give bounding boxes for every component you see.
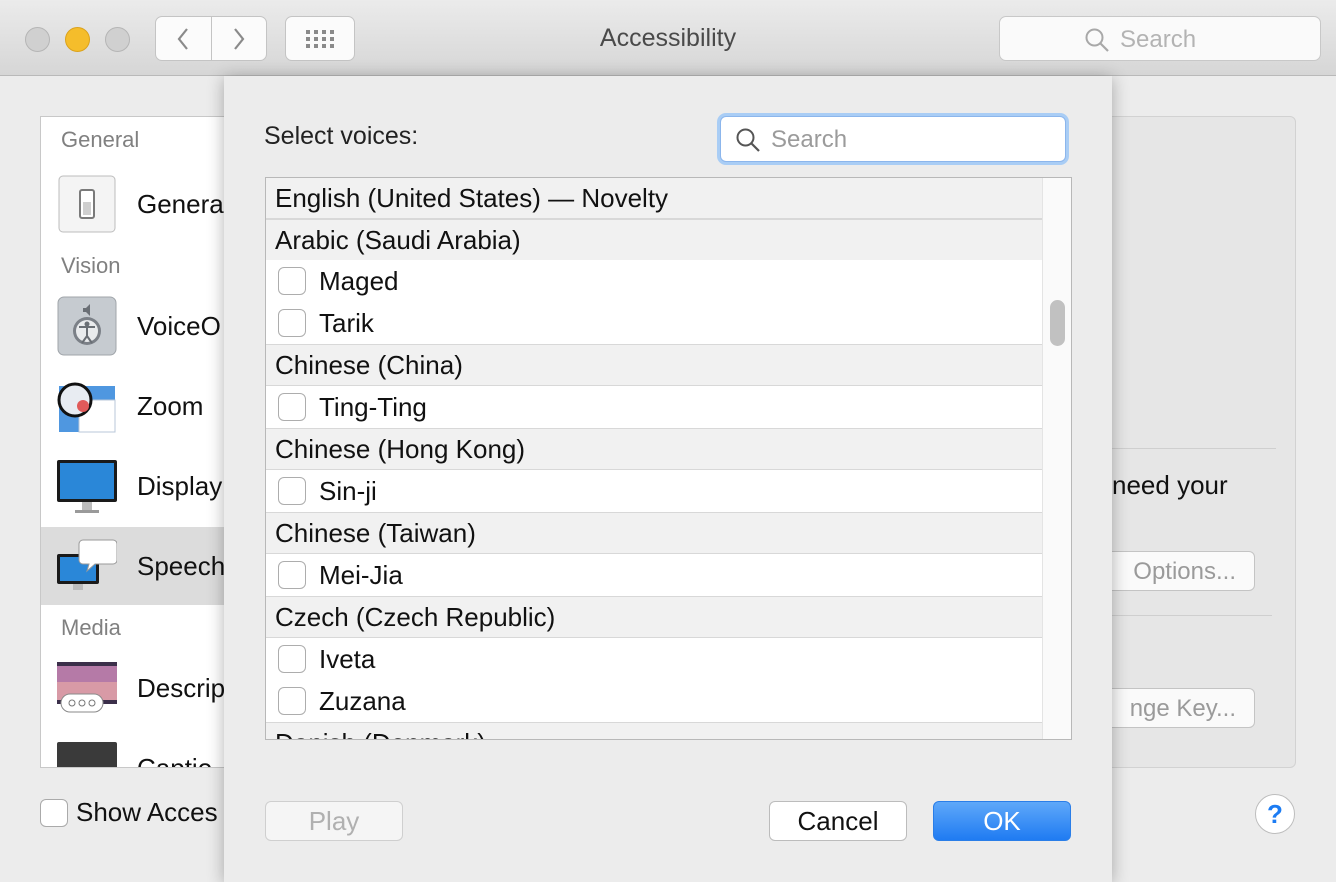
- panel-divider: [1112, 448, 1276, 449]
- help-button[interactable]: ?: [1255, 794, 1295, 834]
- voice-search-input[interactable]: Search: [720, 116, 1066, 162]
- voice-group-header: Arabic (Saudi Arabia): [266, 219, 1042, 261]
- voice-checkbox[interactable]: [278, 687, 306, 715]
- voice-checkbox[interactable]: [278, 561, 306, 589]
- captions-icon: [57, 742, 117, 767]
- play-button[interactable]: Play: [265, 801, 403, 841]
- voice-row-ting-ting[interactable]: Ting-Ting: [266, 386, 1042, 428]
- cancel-button[interactable]: Cancel: [769, 801, 907, 841]
- sidebar-item-label: Speech: [137, 551, 226, 581]
- voice-checkbox[interactable]: [278, 645, 306, 673]
- sidebar-item-speech[interactable]: Speech: [41, 527, 239, 605]
- voice-label: Ting-Ting: [319, 392, 427, 422]
- category-sidebar: General Genera Vision VoiceO Zoom Displa…: [40, 116, 240, 768]
- descriptions-icon: [57, 662, 117, 713]
- show-accessibility-status-checkbox[interactable]: Show Acces: [40, 797, 218, 828]
- voice-row-maged[interactable]: Maged: [266, 260, 1042, 302]
- sidebar-section-media: Media: [61, 615, 121, 640]
- sheet-title: Select voices:: [264, 122, 419, 150]
- sidebar-item-general[interactable]: Genera: [41, 165, 239, 243]
- sidebar-item-label: Zoom: [137, 391, 204, 421]
- voice-row-zuzana[interactable]: Zuzana: [266, 680, 1042, 722]
- voice-label: Maged: [319, 266, 399, 296]
- select-voices-sheet: Select voices: Search English (United St…: [224, 76, 1112, 882]
- scrollbar-thumb[interactable]: [1050, 300, 1065, 346]
- voice-checkbox[interactable]: [278, 393, 306, 421]
- voice-search-placeholder: Search: [771, 126, 848, 153]
- sidebar-item-label: Captio: [137, 753, 213, 768]
- sidebar-item-label: Genera: [137, 189, 224, 219]
- ok-button[interactable]: OK: [933, 801, 1071, 841]
- sidebar-item-descriptions[interactable]: Descrip: [41, 649, 239, 727]
- sidebar-section-general: General: [61, 127, 140, 152]
- sidebar-item-label: VoiceO: [137, 311, 221, 341]
- voice-checkbox[interactable]: [278, 267, 306, 295]
- toolbar-search-field[interactable]: Search: [999, 16, 1321, 61]
- voice-group-header: Chinese (Hong Kong): [266, 428, 1042, 470]
- voiceover-icon: [57, 296, 117, 356]
- toolbar-search-placeholder: Search: [1120, 26, 1197, 53]
- speech-settings-panel: [1100, 116, 1296, 768]
- search-icon: [1085, 28, 1109, 52]
- sidebar-item-captions[interactable]: Captio: [41, 729, 239, 768]
- sidebar-item-display[interactable]: Display: [41, 447, 239, 525]
- voice-label: Mei-Jia: [319, 560, 403, 590]
- title-bar: Accessibility Search: [0, 0, 1336, 76]
- panel-divider: [1112, 615, 1272, 616]
- voice-row-mei-jia[interactable]: Mei-Jia: [266, 554, 1042, 596]
- voice-list-scrollbar[interactable]: [1042, 178, 1071, 739]
- sidebar-item-voiceover[interactable]: VoiceO: [41, 287, 239, 365]
- voice-group-header: Danish (Denmark): [266, 722, 1042, 739]
- voice-group-header: English (United States) — Novelty: [266, 178, 1042, 219]
- sidebar-section-vision: Vision: [61, 253, 121, 278]
- change-key-button[interactable]: nge Key...: [1105, 688, 1255, 728]
- voice-group-header: Chinese (China): [266, 344, 1042, 386]
- voice-list[interactable]: English (United States) — Novelty Arabic…: [265, 177, 1072, 740]
- voice-checkbox[interactable]: [278, 477, 306, 505]
- search-icon: [736, 128, 760, 152]
- voice-label: Iveta: [319, 644, 376, 674]
- voice-row-tarik[interactable]: Tarik: [266, 302, 1042, 344]
- checkbox[interactable]: [40, 798, 68, 827]
- general-switch-icon: [58, 175, 116, 233]
- voice-label: Zuzana: [319, 686, 406, 716]
- voice-row-iveta[interactable]: Iveta: [266, 638, 1042, 680]
- sidebar-item-label: Descrip: [137, 673, 226, 703]
- voice-group-header: Czech (Czech Republic): [266, 596, 1042, 638]
- display-icon: [57, 460, 117, 513]
- options-button[interactable]: Options...: [1105, 551, 1255, 591]
- zoom-icon: [57, 382, 116, 433]
- voice-row-sin-ji[interactable]: Sin-ji: [266, 470, 1042, 512]
- voice-group-header: Chinese (Taiwan): [266, 512, 1042, 554]
- voice-label: Sin-ji: [319, 476, 377, 506]
- voice-checkbox[interactable]: [278, 309, 306, 337]
- voice-label: Tarik: [319, 308, 374, 338]
- sidebar-item-zoom[interactable]: Zoom: [41, 367, 239, 445]
- panel-description-text: need your: [1112, 470, 1228, 500]
- checkbox-label: Show Acces: [76, 797, 218, 827]
- speech-icon: [57, 539, 117, 590]
- sidebar-item-label: Display: [137, 471, 223, 501]
